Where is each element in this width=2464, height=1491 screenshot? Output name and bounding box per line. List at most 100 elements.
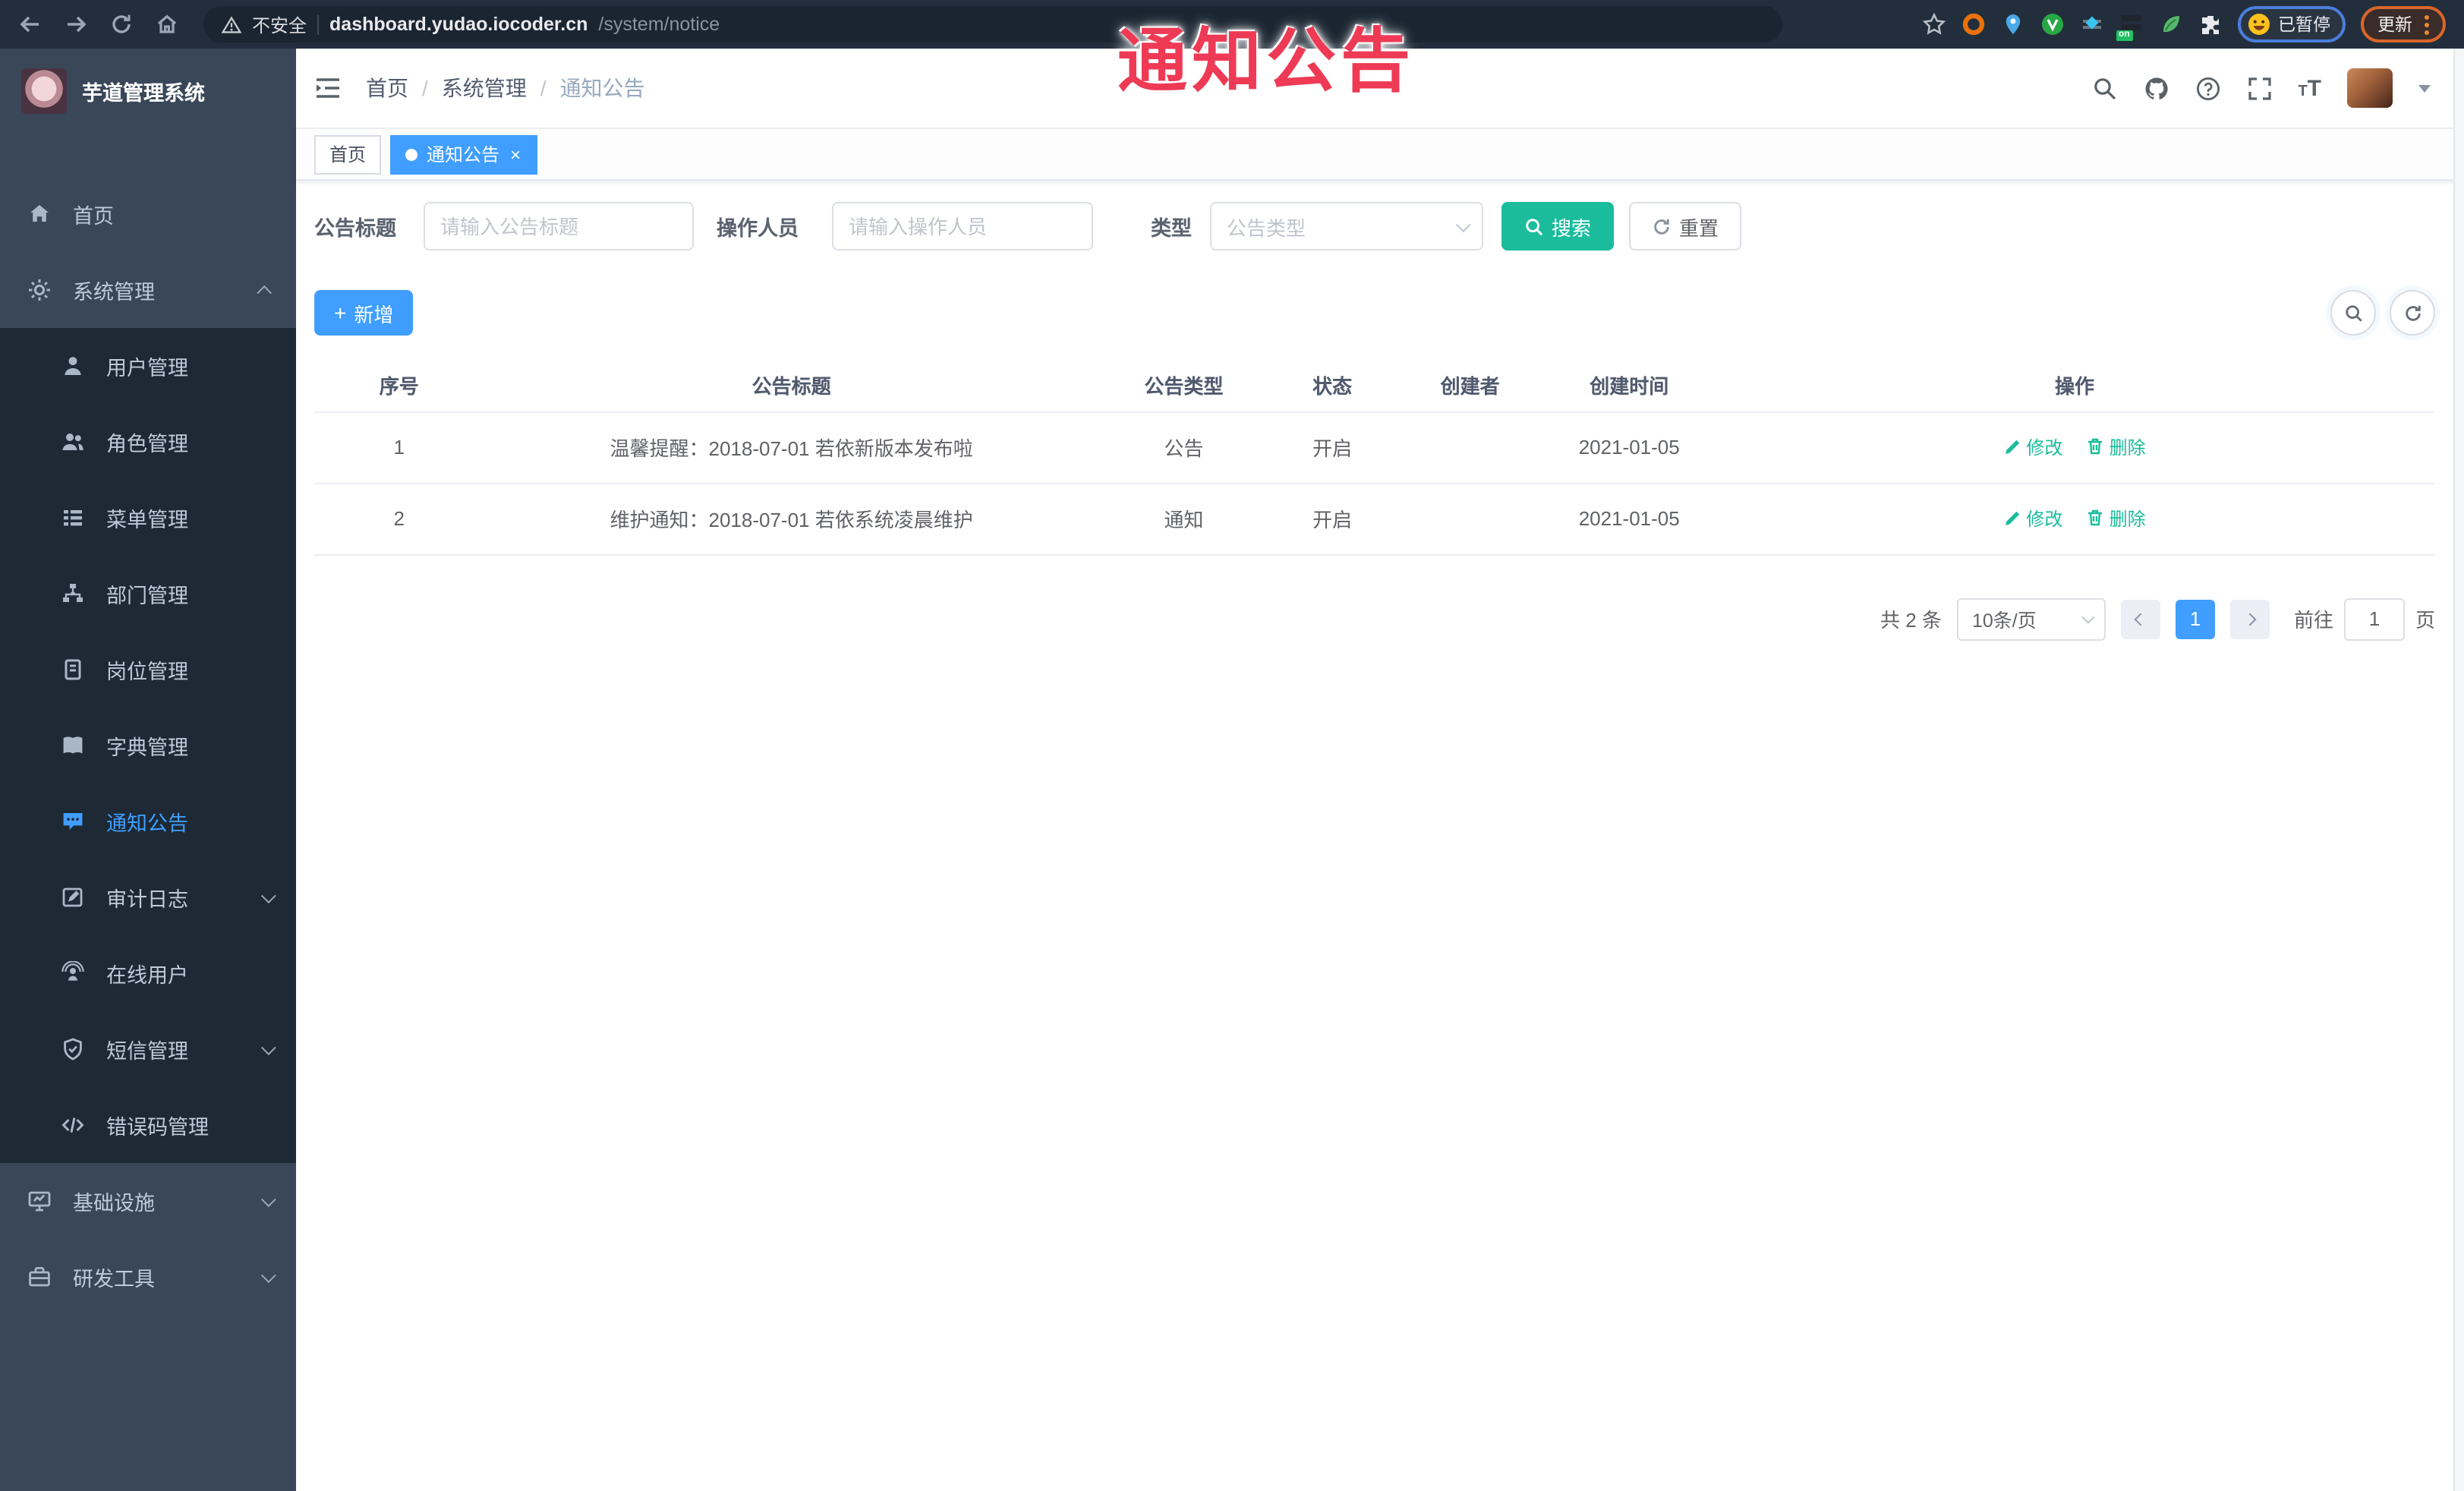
extension-icon-diamond[interactable] [2079,12,2103,36]
browser-extensions-area: on 已暂停 更新 [1921,6,2446,43]
reset-button[interactable]: 重置 [1629,202,1742,251]
search-icon[interactable] [2091,75,2117,101]
delete-link[interactable]: 删除 [2087,434,2146,460]
back-icon[interactable] [18,12,43,36]
refresh-table-button[interactable] [2390,290,2435,336]
sidebar-item-sms[interactable]: 短信管理 [0,1011,296,1087]
page-size-select[interactable]: 10条/页 [1956,597,2106,640]
sidebar-item-label: 岗位管理 [106,660,188,683]
page-number-active[interactable]: 1 [2175,599,2215,638]
help-icon[interactable] [2195,75,2220,101]
next-page-button[interactable] [2229,599,2270,638]
sidebar-item-depts[interactable]: 部门管理 [0,556,296,632]
pagination: 共 2 条 10条/页 1 前往 页 [314,597,2435,640]
list-icon [61,506,85,530]
operator-input[interactable] [832,202,1093,251]
sidebar-item-home[interactable]: 首页 [0,176,296,252]
edit-link[interactable]: 修改 [2003,506,2062,531]
screen: 通知公告 不安全 dashboard.yudao.iocoder.cn/syst… [0,0,2464,1491]
col-type: 公告类型 [1098,360,1269,412]
font-size-icon[interactable]: TT [2298,77,2321,99]
forward-icon[interactable] [64,12,88,36]
extension-icon-pin[interactable] [2000,12,2024,36]
bookmark-star-icon[interactable] [1921,12,1946,36]
url-domain[interactable]: dashboard.yudao.iocoder.cn [329,14,588,35]
sidebar-item-audit-log[interactable]: 审计日志 [0,859,296,935]
col-seq: 序号 [314,360,484,412]
table-header-row: 序号 公告标题 公告类型 状态 创建者 创建时间 操作 [314,360,2435,412]
sidebar-item-system[interactable]: 系统管理 [0,252,296,328]
search-icon [2345,304,2362,321]
security-label[interactable]: 不安全 [252,11,307,37]
annotation-overlay: 通知公告 [1117,21,1415,100]
users-icon [61,430,85,454]
goto-page-input[interactable] [2343,597,2405,640]
edit-link[interactable]: 修改 [2003,434,2062,460]
search-button-label: 搜索 [1552,216,1592,239]
code-icon [61,1113,85,1137]
extension-icon-vue[interactable] [2040,12,2064,36]
prev-page-button[interactable] [2120,599,2160,638]
sidebar-item-label: 研发工具 [73,1268,155,1291]
fullscreen-icon[interactable] [2246,75,2272,101]
edit-label: 修改 [2026,508,2063,530]
home-icon[interactable] [155,12,179,36]
profile-status-label: 已暂停 [2278,17,2330,35]
tab-home[interactable]: 首页 [314,134,382,174]
notice-type-select[interactable]: 公告类型 [1210,202,1483,251]
filter-form: 公告标题 操作人员 类型 公告类型 搜索 重置 [314,202,2435,251]
user-avatar[interactable] [2347,68,2393,108]
cell-title: 维护通知：2018-07-01 若依系统凌晨维护 [484,483,1099,555]
sidebar-item-menus[interactable]: 菜单管理 [0,480,296,556]
refresh-icon [2405,304,2420,320]
sidebar-item-dict[interactable]: 字典管理 [0,708,296,783]
sidebar-item-label: 部门管理 [106,585,188,607]
sidebar-item-notice[interactable]: 通知公告 [0,783,296,859]
browser-profile-chip[interactable]: 已暂停 [2237,6,2346,43]
tab-close-icon[interactable]: × [509,145,522,163]
scrollbar[interactable] [2453,49,2464,1491]
app-logo-row[interactable]: 芋道管理系统 [0,49,296,134]
github-icon[interactable] [2143,75,2169,101]
extension-on-badge: on [2116,30,2133,41]
toggle-search-button[interactable] [2330,290,2376,336]
extension-icon-leaf[interactable] [2158,12,2182,36]
breadcrumb-system[interactable]: 系统管理 [442,73,527,103]
org-tree-icon [61,582,85,606]
sidebar-item-users[interactable]: 用户管理 [0,328,296,404]
sidebar-item-label: 首页 [73,205,114,228]
breadcrumb-separator: / [540,76,547,100]
sidebar-toggle-icon[interactable] [314,74,342,102]
tab-notice[interactable]: 通知公告 × [390,134,538,174]
avatar-caret-icon[interactable] [2418,84,2431,92]
extension-icon-proxy[interactable] [1961,12,1985,36]
sidebar-item-roles[interactable]: 角色管理 [0,404,296,480]
delete-link[interactable]: 删除 [2087,506,2146,531]
breadcrumb-home[interactable]: 首页 [366,73,408,103]
extension-icon-tampermonkey[interactable]: on [2116,12,2143,41]
notice-title-input[interactable] [424,202,694,251]
sidebar-item-infrastructure[interactable]: 基础设施 [0,1163,296,1239]
select-placeholder: 公告类型 [1227,216,1306,239]
cell-created: 2021-01-05 [1544,483,1714,555]
pencil-icon [2005,440,2019,455]
search-button[interactable]: 搜索 [1501,202,1615,251]
sidebar-item-dev-tools[interactable]: 研发工具 [0,1239,296,1315]
sidebar-item-error-codes[interactable]: 错误码管理 [0,1087,296,1163]
extensions-puzzle-icon[interactable] [2198,12,2222,36]
sidebar-item-label: 角色管理 [106,433,188,455]
sidebar-item-label: 菜单管理 [106,509,188,531]
browser-update-button[interactable]: 更新 [2361,6,2446,43]
chevron-down-icon [1455,216,1471,232]
sidebar-item-posts[interactable]: 岗位管理 [0,632,296,708]
toolbox-icon [27,1265,52,1289]
cell-seq: 2 [314,483,484,555]
address-bar[interactable]: 不安全 dashboard.yudao.iocoder.cn/system/no… [203,6,1782,43]
cell-title: 温馨提醒：2018-07-01 若依新版本发布啦 [484,411,1099,484]
sidebar-item-online-users[interactable]: 在线用户 [0,935,296,1011]
add-button[interactable]: + 新增 [314,290,414,336]
reload-icon[interactable] [109,12,134,36]
browser-menu-icon[interactable] [2425,14,2429,34]
url-path[interactable]: /system/notice [598,14,720,35]
sidebar-item-label: 字典管理 [106,736,188,759]
